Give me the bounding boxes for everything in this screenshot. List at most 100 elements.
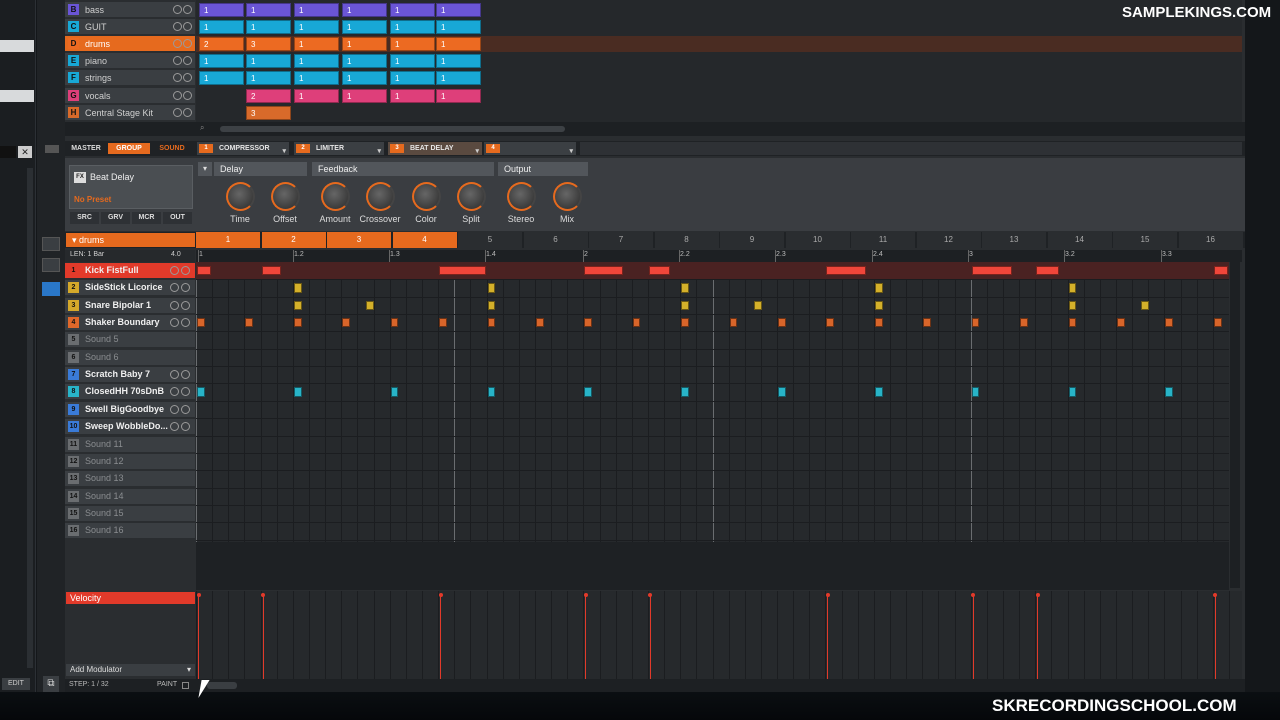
- mixer-icon[interactable]: ⧉: [43, 676, 59, 692]
- knob-icon[interactable]: [173, 108, 182, 117]
- note-step[interactable]: [874, 283, 883, 293]
- velocity-label[interactable]: Velocity: [66, 592, 195, 604]
- note-step[interactable]: [584, 387, 593, 397]
- pattern-clip[interactable]: 1: [390, 20, 435, 34]
- note-step[interactable]: [681, 300, 689, 311]
- magnifier-icon[interactable]: ⌕: [200, 123, 210, 134]
- note-step[interactable]: [826, 266, 867, 276]
- chevron-down-icon[interactable]: ▾: [475, 145, 479, 158]
- knob-crossover[interactable]: [366, 182, 395, 211]
- knob-split[interactable]: [457, 182, 486, 211]
- note-step[interactable]: [648, 266, 670, 276]
- knob-icon[interactable]: [181, 370, 190, 380]
- sound-row[interactable]: 13 Sound 13: [65, 471, 195, 488]
- browser-field[interactable]: [0, 146, 16, 158]
- chevron-down-icon[interactable]: ▾: [377, 145, 381, 158]
- pattern-slot[interactable]: 16: [1178, 232, 1243, 248]
- knob-icon[interactable]: [181, 283, 190, 293]
- pattern-clip[interactable]: 1: [294, 3, 339, 17]
- note-step[interactable]: [1020, 318, 1028, 328]
- pattern-clip[interactable]: 1: [342, 37, 387, 51]
- pattern-clip[interactable]: 1: [342, 89, 387, 103]
- note-step[interactable]: [681, 283, 689, 293]
- note-step[interactable]: [1068, 318, 1077, 328]
- pattern-clip[interactable]: 1: [342, 54, 387, 68]
- sound-row[interactable]: 16 Sound 16: [65, 523, 195, 540]
- pattern-slot[interactable]: 9: [720, 232, 784, 248]
- note-step[interactable]: [293, 283, 302, 293]
- note-step[interactable]: [1213, 266, 1228, 276]
- pattern-slot[interactable]: 3: [327, 232, 391, 248]
- sound-row[interactable]: 7 Scratch Baby 7: [65, 367, 195, 384]
- fx-button-out[interactable]: OUT: [163, 212, 192, 224]
- note-step[interactable]: [971, 387, 980, 397]
- note-step[interactable]: [1213, 318, 1222, 328]
- pattern-clip[interactable]: 1: [436, 3, 481, 17]
- note-step[interactable]: [1036, 266, 1059, 276]
- knob-icon[interactable]: [183, 73, 192, 82]
- add-modulator-dropdown[interactable]: Add Modulator ▾: [66, 664, 195, 676]
- note-step[interactable]: [971, 266, 1012, 276]
- velocity-lane[interactable]: [196, 591, 1242, 679]
- velocity-bar[interactable]: [827, 595, 829, 679]
- note-step[interactable]: [729, 318, 738, 328]
- scroll-thumb[interactable]: [207, 682, 237, 689]
- knob-icon[interactable]: [181, 300, 190, 310]
- note-step[interactable]: [874, 318, 883, 328]
- pattern-clip[interactable]: 1: [436, 20, 481, 34]
- velocity-bar[interactable]: [585, 595, 587, 679]
- knob-icon[interactable]: [183, 91, 192, 100]
- pattern-slot[interactable]: 13: [982, 232, 1046, 248]
- knob-time[interactable]: [226, 182, 255, 211]
- pattern-clip[interactable]: 1: [199, 71, 244, 85]
- knob-icon[interactable]: [173, 56, 182, 65]
- knob-icon[interactable]: [183, 56, 192, 65]
- note-step[interactable]: [1165, 387, 1174, 397]
- step-selector[interactable]: STEP: 1 / 32: [69, 681, 109, 688]
- note-step[interactable]: [1117, 318, 1125, 328]
- note-step[interactable]: [778, 387, 786, 397]
- note-step[interactable]: [390, 318, 399, 328]
- pattern-clip[interactable]: 1: [342, 3, 387, 17]
- note-step[interactable]: [826, 318, 835, 328]
- velocity-handle[interactable]: [196, 593, 201, 597]
- velocity-handle[interactable]: [971, 593, 976, 597]
- sound-row[interactable]: 9 Swell BigGoodbye: [65, 401, 195, 418]
- sound-row[interactable]: 5 Sound 5: [65, 332, 195, 349]
- note-step[interactable]: [197, 318, 205, 328]
- pattern-clip[interactable]: 2: [199, 37, 244, 51]
- scrollbar[interactable]: [27, 168, 33, 668]
- velocity-handle[interactable]: [261, 593, 266, 597]
- velocity-bar[interactable]: [1214, 595, 1216, 679]
- knob-icon[interactable]: [173, 39, 182, 48]
- pattern-clip[interactable]: 1: [294, 89, 339, 103]
- velocity-handle[interactable]: [583, 593, 588, 597]
- note-step[interactable]: [487, 318, 496, 328]
- knob-icon[interactable]: [181, 404, 190, 414]
- knob-icon[interactable]: [183, 22, 192, 31]
- pattern-clip[interactable]: 3: [246, 106, 291, 120]
- knob-icon[interactable]: [173, 73, 182, 82]
- tab-master[interactable]: MASTER: [68, 143, 104, 154]
- note-step[interactable]: [197, 387, 205, 397]
- sound-row[interactable]: 4 Shaker Boundary: [65, 315, 195, 332]
- note-step[interactable]: [584, 266, 623, 276]
- knob-icon[interactable]: [170, 318, 179, 328]
- velocity-handle[interactable]: [648, 593, 653, 597]
- pattern-slot[interactable]: 12: [916, 232, 981, 248]
- tab-group[interactable]: GROUP: [108, 143, 150, 154]
- pattern-clip[interactable]: 1: [246, 71, 291, 85]
- knob-icon[interactable]: [183, 108, 192, 117]
- plugin-box[interactable]: FX Beat Delay No Preset: [69, 165, 193, 209]
- group-row[interactable]: Gvocals: [65, 88, 195, 104]
- sound-row[interactable]: 11 Sound 11: [65, 436, 195, 453]
- velocity-bar[interactable]: [972, 595, 974, 679]
- pattern-slot[interactable]: 7: [589, 232, 653, 248]
- note-step[interactable]: [293, 387, 302, 397]
- note-step[interactable]: [778, 318, 786, 328]
- pattern-slot[interactable]: 1: [196, 232, 260, 248]
- arranger-scroll[interactable]: ⌕: [65, 122, 1245, 136]
- knob-amount[interactable]: [321, 182, 350, 211]
- sampler-view-icon[interactable]: [42, 282, 60, 296]
- pattern-slot[interactable]: 10: [785, 232, 850, 248]
